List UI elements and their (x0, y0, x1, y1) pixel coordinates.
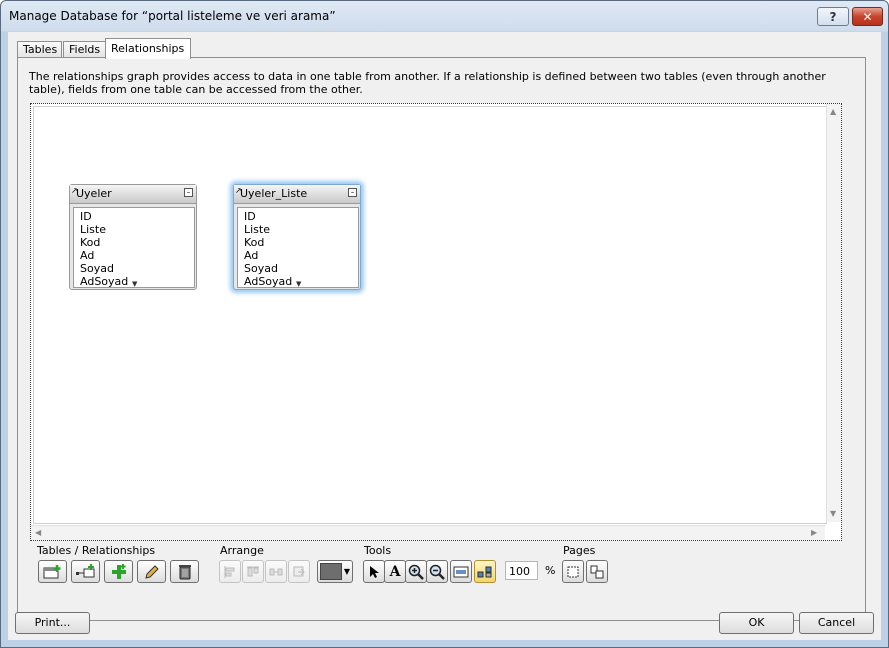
scroll-right-arrow-icon[interactable]: ▶ (811, 528, 817, 538)
collapse-icon[interactable]: – (184, 188, 193, 197)
tools-label: Tools (364, 544, 392, 557)
zoom-out-button[interactable] (426, 560, 448, 583)
scroll-down-icon[interactable]: ▼ (132, 280, 137, 288)
dialog-client: Tables Fields Relationships The relation… (8, 32, 881, 640)
field-item[interactable]: Liste (80, 223, 106, 236)
add-relationship-button[interactable] (71, 560, 100, 583)
field-item[interactable]: AdSoyad (80, 275, 128, 288)
relationships-description: The relationships graph provides access … (29, 70, 826, 96)
distribute-button[interactable] (242, 560, 264, 583)
add-table-button[interactable] (38, 560, 67, 583)
field-item[interactable]: Ad (244, 249, 258, 262)
color-picker-button[interactable]: ▼ (317, 560, 353, 583)
resize-icon (293, 566, 305, 576)
collapse-icon[interactable]: – (348, 188, 357, 197)
fit-window-icon (453, 566, 469, 577)
tables-relationships-label: Tables / Relationships (37, 544, 156, 557)
arrange-label: Arrange (220, 544, 264, 557)
field-item[interactable]: Liste (244, 223, 270, 236)
distribute-icon (269, 568, 283, 575)
field-item[interactable]: Ad (80, 249, 94, 262)
duplicate-icon (111, 563, 126, 579)
align-left-icon (224, 565, 235, 578)
window-title: Manage Database for “portal listeleme ve… (9, 9, 336, 23)
text-tool-button[interactable]: A (384, 560, 406, 583)
edit-button[interactable] (137, 560, 166, 583)
zoom-in-button[interactable] (405, 560, 427, 583)
relationships-graph[interactable]: ↗ Uyeler – ID Liste Kod Ad Soyad AdSoyad… (30, 103, 842, 541)
ok-button[interactable]: OK (719, 612, 794, 634)
horizontal-scrollbar[interactable]: ◀ ▶ (31, 525, 825, 540)
tab-tables[interactable]: Tables (17, 41, 62, 58)
table-name: Uyeler_Liste (240, 187, 308, 200)
dropdown-arrow-icon: ▼ (343, 567, 351, 576)
field-item[interactable]: AdSoyad (244, 275, 292, 288)
delete-button[interactable] (170, 560, 199, 583)
add-table-icon (43, 564, 60, 578)
scroll-left-arrow-icon[interactable]: ◀ (35, 528, 41, 538)
field-item[interactable]: ID (80, 210, 92, 223)
tab-relationships[interactable]: Relationships (105, 38, 191, 59)
tab-fields[interactable]: Fields (63, 41, 108, 58)
cancel-button[interactable]: Cancel (799, 612, 874, 634)
table-name: Uyeler (76, 187, 112, 200)
scroll-down-icon[interactable]: ▼ (296, 280, 301, 288)
field-item[interactable]: Kod (80, 236, 100, 249)
align-top-icon (247, 566, 259, 576)
zoom-out-icon (429, 564, 445, 580)
field-item[interactable]: Soyad (80, 262, 114, 275)
close-button[interactable]: ✕ (852, 7, 883, 26)
field-list[interactable]: ID Liste Kod Ad Soyad AdSoyad ▼ (237, 207, 359, 288)
text-tool-icon: A (389, 563, 401, 580)
page-setup-button[interactable] (586, 560, 608, 583)
print-button[interactable]: Print... (15, 612, 90, 634)
field-item[interactable]: Soyad (244, 262, 278, 275)
table-header[interactable]: ↗ Uyeler_Liste – (234, 185, 360, 204)
scroll-down-arrow-icon[interactable]: ▼ (830, 509, 836, 519)
manage-database-window: Manage Database for “portal listeleme ve… (0, 0, 889, 648)
graph-canvas[interactable]: ↗ Uyeler – ID Liste Kod Ad Soyad AdSoyad… (33, 106, 827, 524)
toggle-relationships-button[interactable] (474, 560, 496, 583)
toggle-relationships-icon (477, 566, 492, 577)
field-list[interactable]: ID Liste Kod Ad Soyad AdSoyad ▼ (73, 207, 195, 288)
table-occurrence-uyeler[interactable]: ↗ Uyeler – ID Liste Kod Ad Soyad AdSoyad… (69, 184, 197, 290)
delete-trash-icon (178, 564, 191, 579)
page-breaks-button[interactable] (562, 560, 584, 583)
fit-window-button[interactable] (450, 560, 472, 583)
color-swatch-icon (319, 563, 342, 580)
resize-button[interactable] (265, 560, 287, 583)
arrange-more-button[interactable] (288, 560, 310, 583)
table-header[interactable]: ↗ Uyeler – (70, 185, 196, 204)
pages-label: Pages (563, 544, 596, 557)
scroll-up-arrow-icon[interactable]: ▲ (830, 107, 836, 117)
field-item[interactable]: Kod (244, 236, 264, 249)
help-button[interactable]: ? (817, 7, 849, 26)
pointer-icon (370, 565, 379, 578)
zoom-level-field[interactable]: 100 (505, 561, 538, 580)
title-bar[interactable]: Manage Database for “portal listeleme ve… (1, 1, 888, 31)
zoom-in-icon (408, 564, 424, 580)
pointer-tool-button[interactable] (363, 560, 385, 583)
table-occurrence-uyeler-liste[interactable]: ↗ Uyeler_Liste – ID Liste Kod Ad Soyad A… (233, 184, 361, 290)
field-item[interactable]: ID (244, 210, 256, 223)
relationships-panel: The relationships graph provides access … (17, 57, 866, 621)
page-setup-icon (590, 565, 604, 578)
duplicate-button[interactable] (104, 560, 133, 583)
vertical-scrollbar[interactable]: ▲ ▼ (826, 104, 841, 522)
add-relationship-icon (75, 563, 94, 577)
zoom-unit-label: % (545, 564, 556, 577)
page-breaks-icon (567, 566, 579, 577)
edit-pencil-icon (144, 564, 159, 579)
align-button[interactable] (219, 560, 241, 583)
